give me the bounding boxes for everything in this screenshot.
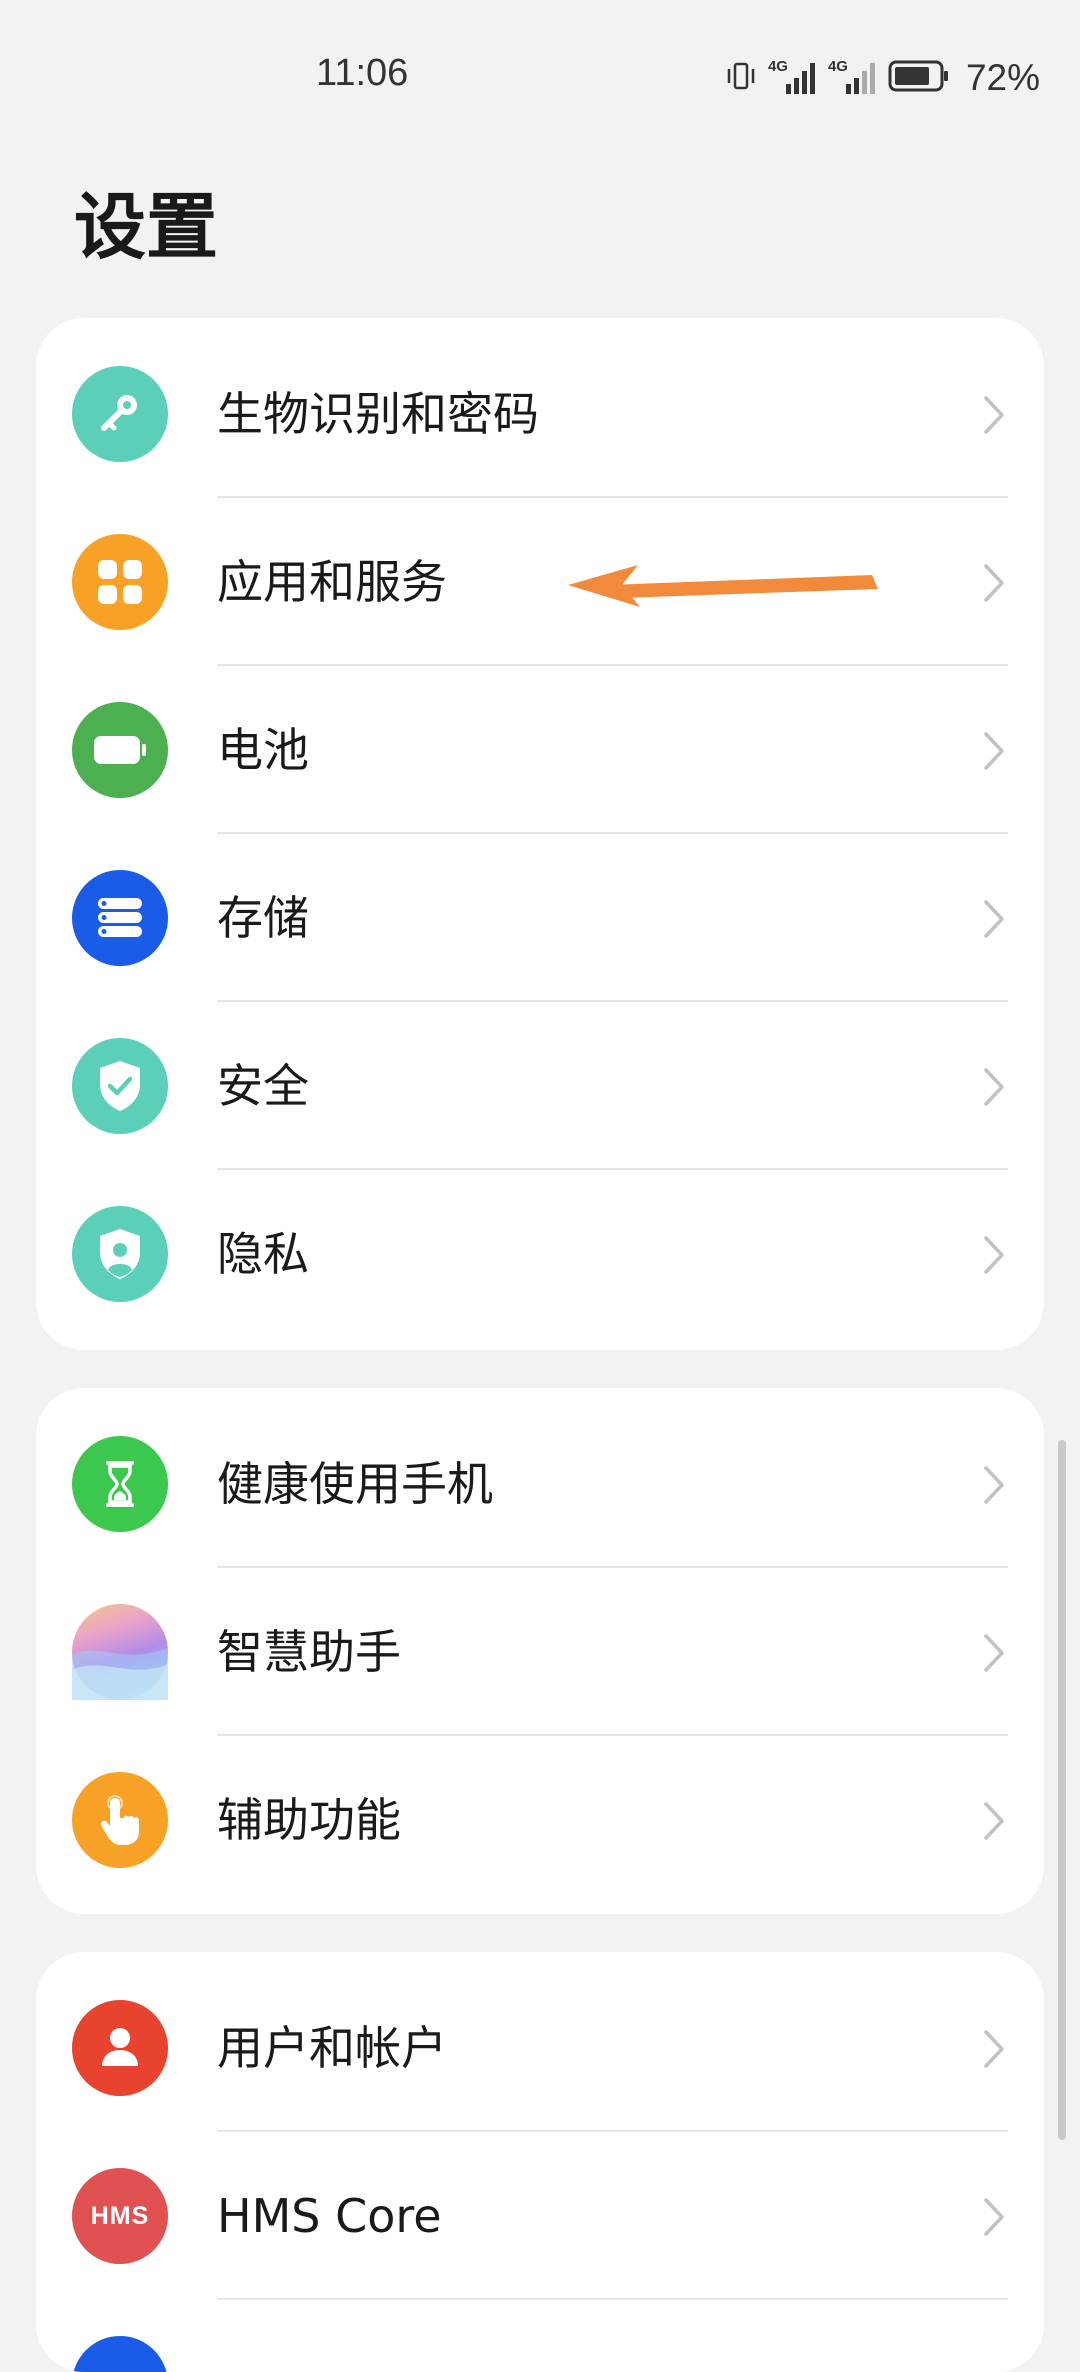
settings-item-smart-assistant[interactable]: 智慧助手 — [36, 1568, 1044, 1736]
chevron-right-icon — [982, 898, 1006, 944]
chevron-right-icon — [982, 2028, 1006, 2074]
settings-item-battery[interactable]: 电池 — [36, 666, 1044, 834]
status-bar: 11:06 4G 4G 72% — [0, 0, 1080, 150]
settings-group-1: 生物识别和密码 应用和服务 电池 存储 安全 隐私 — [36, 318, 1044, 1350]
settings-item-hms-core[interactable]: HMS HMS Core — [36, 2132, 1044, 2300]
chevron-right-icon — [982, 1234, 1006, 1280]
page-title: 设置 — [74, 185, 219, 269]
settings-item-label: 用户和帐户 — [217, 2021, 447, 2075]
battery-percentage: 72% — [965, 57, 1040, 98]
hms-icon-text: HMS — [90, 2201, 150, 2230]
battery-icon — [72, 702, 168, 798]
settings-item-partial[interactable] — [36, 2300, 1044, 2372]
settings-item-label: 智慧助手 — [217, 1625, 401, 1679]
shield-check-icon — [72, 1038, 168, 1134]
status-icons: 4G 4G 72% — [724, 56, 1040, 100]
settings-item-label: 隐私 — [217, 1227, 309, 1281]
settings-item-label: 健康使用手机 — [217, 1457, 493, 1511]
settings-item-security[interactable]: 安全 — [36, 1002, 1044, 1170]
hourglass-icon — [72, 1436, 168, 1532]
privacy-shield-icon — [72, 1206, 168, 1302]
settings-item-label: 存储 — [217, 891, 309, 945]
chevron-right-icon — [982, 730, 1006, 776]
signal-icon: 4G — [768, 58, 818, 98]
settings-item-label: 辅助功能 — [217, 1793, 401, 1847]
settings-item-users-accounts[interactable]: 用户和帐户 — [36, 1964, 1044, 2132]
chevron-right-icon — [982, 562, 1006, 608]
settings-item-label: 应用和服务 — [217, 555, 447, 609]
apps-grid-icon — [72, 534, 168, 630]
chevron-right-icon — [982, 394, 1006, 440]
vibrate-icon — [724, 59, 758, 98]
chevron-right-icon — [982, 1800, 1006, 1846]
chevron-right-icon — [982, 1632, 1006, 1678]
settings-item-label: 生物识别和密码 — [217, 387, 539, 441]
battery-icon — [888, 59, 950, 98]
settings-item-biometrics-password[interactable]: 生物识别和密码 — [36, 330, 1044, 498]
chevron-right-icon — [982, 1464, 1006, 1510]
settings-item-privacy[interactable]: 隐私 — [36, 1170, 1044, 1338]
storage-icon — [72, 870, 168, 966]
settings-item-label: 安全 — [217, 1059, 309, 1113]
user-icon — [72, 2000, 168, 2096]
settings-item-digital-balance[interactable]: 健康使用手机 — [36, 1400, 1044, 1568]
hand-pointer-icon — [72, 1772, 168, 1868]
settings-item-label: HMS Core — [217, 2189, 442, 2243]
settings-item-storage[interactable]: 存储 — [36, 834, 1044, 1002]
hms-icon: HMS — [72, 2168, 168, 2264]
settings-item-accessibility[interactable]: 辅助功能 — [36, 1736, 1044, 1904]
signal-icon: 4G — [828, 58, 878, 98]
settings-group-3: 用户和帐户 HMS HMS Core — [36, 1952, 1044, 2372]
scrollbar[interactable] — [1058, 1440, 1066, 2140]
settings-group-2: 健康使用手机 智慧助手 辅助功能 — [36, 1388, 1044, 1914]
chevron-right-icon — [982, 1066, 1006, 1112]
settings-item-apps-services[interactable]: 应用和服务 — [36, 498, 1044, 666]
status-time: 11:06 — [316, 52, 409, 94]
annotation-arrow — [568, 565, 878, 607]
settings-item-label: 电池 — [217, 723, 309, 777]
key-icon — [72, 366, 168, 462]
chevron-right-icon — [982, 2196, 1006, 2242]
assistant-orb-icon — [72, 1604, 168, 1700]
partial-item-icon — [72, 2336, 168, 2372]
